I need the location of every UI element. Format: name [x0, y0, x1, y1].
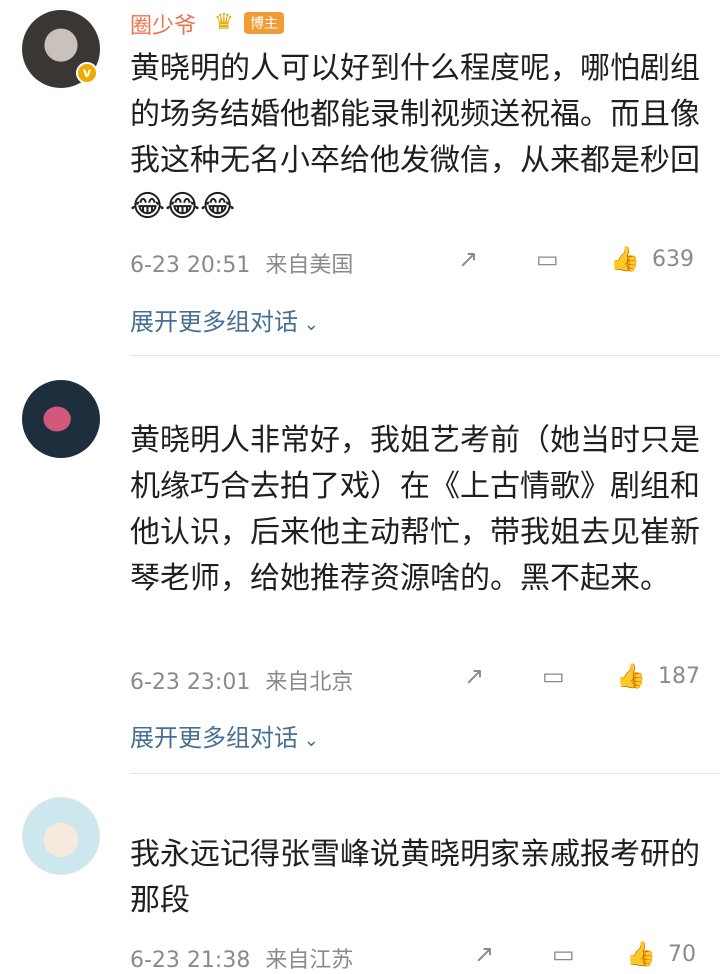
expand-thread-link[interactable]: 展开更多组对话 ⌄	[130, 718, 319, 753]
chevron-down-icon: ⌄	[298, 314, 319, 335]
like-count: 187	[658, 664, 700, 689]
expand-thread-link[interactable]: 展开更多组对话 ⌄	[130, 302, 319, 337]
chevron-down-icon: ⌄	[298, 730, 319, 751]
like-count: 639	[652, 247, 694, 272]
thumbs-up-icon[interactable]: 👍	[616, 661, 646, 691]
blogger-tag: 博主	[244, 12, 284, 34]
share-icon[interactable]: ↗	[474, 939, 494, 969]
comment-time: 6-23 21:38	[130, 948, 251, 973]
comment-text: 黄晓明的人可以好到什么程度呢，哪怕剧组的场务结婚他都能录制视频送祝福。而且像我这…	[130, 51, 700, 224]
comment-location: 来自北京	[265, 670, 354, 695]
avatar[interactable]	[22, 380, 100, 458]
divider	[130, 355, 720, 356]
comment-location: 来自江苏	[265, 948, 354, 973]
comment-icon[interactable]: ▭	[536, 244, 559, 274]
comment-icon[interactable]: ▭	[552, 939, 575, 969]
share-icon[interactable]: ↗	[458, 244, 478, 274]
avatar[interactable]	[22, 797, 100, 875]
comment-location: 来自美国	[265, 253, 354, 278]
like-count: 70	[668, 942, 696, 967]
thumbs-up-icon[interactable]: 👍	[626, 939, 656, 969]
comment-meta: 6-23 20:51 来自美国	[130, 247, 353, 279]
thumbs-up-icon[interactable]: 👍	[610, 244, 640, 274]
divider	[130, 773, 720, 774]
comment-meta: 6-23 23:01 来自北京	[130, 664, 353, 696]
comment-icon[interactable]: ▭	[542, 661, 565, 691]
crown-icon: ♛	[214, 10, 234, 35]
comment-time: 6-23 23:01	[130, 670, 251, 695]
comment-meta: 6-23 21:38 来自江苏	[130, 942, 353, 974]
comment-text: 黄晓明人非常好，我姐艺考前（她当时只是机缘巧合去拍了戏）在《上古情歌》剧组和他认…	[130, 423, 700, 596]
comment-time: 6-23 20:51	[130, 253, 251, 278]
expand-label: 展开更多组对话	[130, 308, 298, 336]
username[interactable]: 圈少爷	[130, 8, 196, 40]
comment-text: 我永远记得张雪峰说黄晓明家亲戚报考研的那段	[130, 837, 700, 918]
verified-badge-icon: v	[76, 62, 98, 84]
share-icon[interactable]: ↗	[464, 661, 484, 691]
expand-label: 展开更多组对话	[130, 724, 298, 752]
